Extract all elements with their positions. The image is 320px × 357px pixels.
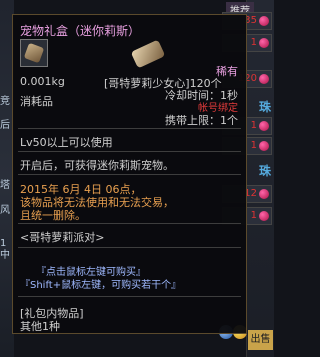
divider — [18, 247, 241, 248]
gem-icon — [259, 121, 269, 131]
divider — [18, 151, 241, 152]
gem-icon — [259, 16, 269, 26]
gift-box-icon — [130, 39, 166, 69]
slot-count: 1 — [250, 140, 257, 151]
item-tooltip: 宠物礼盒（迷你莉斯） 稀有 0.001kg 消耗品 [哥特萝莉少女心]120个 … — [12, 14, 247, 334]
footer-other-items: 其他1种 — [20, 320, 60, 333]
slot-count: 1 — [250, 120, 257, 131]
left-char: 1 — [0, 238, 7, 249]
gem-icon — [259, 38, 269, 48]
divider — [18, 223, 241, 224]
set-name: <哥特萝莉派对> — [20, 231, 105, 244]
gem-icon — [259, 74, 269, 84]
item-icon — [20, 39, 48, 67]
left-char: 竞 — [0, 96, 10, 107]
slot-count: 1 — [250, 37, 257, 48]
item-category: 消耗品 — [20, 95, 53, 108]
divider — [18, 296, 241, 297]
left-char: 后 — [0, 120, 10, 131]
side-tag: 珠 — [258, 100, 271, 114]
item-description: 开启后，可获得迷你莉斯宠物。 — [20, 159, 174, 172]
item-carry-limit: 携带上限：1个 — [165, 114, 238, 127]
hint-shift-buy: 『Shift+鼠标左键，可购买若干个』 — [20, 280, 182, 291]
level-requirement: Lv50以上可以使用 — [20, 136, 113, 149]
expiry-notice-line2: 且统一删除。 — [20, 209, 86, 222]
gem-icon — [259, 189, 269, 199]
left-char: 风 — [0, 205, 10, 216]
gem-icon — [259, 211, 269, 221]
gem-icon — [259, 141, 269, 151]
side-tag: 珠 — [258, 164, 271, 178]
left-char: 中 — [0, 250, 10, 261]
divider — [18, 128, 241, 129]
slot-count: 1 — [250, 210, 257, 221]
left-char: 塔 — [0, 180, 10, 191]
item-weight: 0.001kg — [20, 75, 65, 88]
divider — [18, 174, 241, 175]
item-title: 宠物礼盒（迷你莉斯） — [20, 24, 141, 38]
sell-button[interactable]: 出售 — [248, 330, 273, 350]
